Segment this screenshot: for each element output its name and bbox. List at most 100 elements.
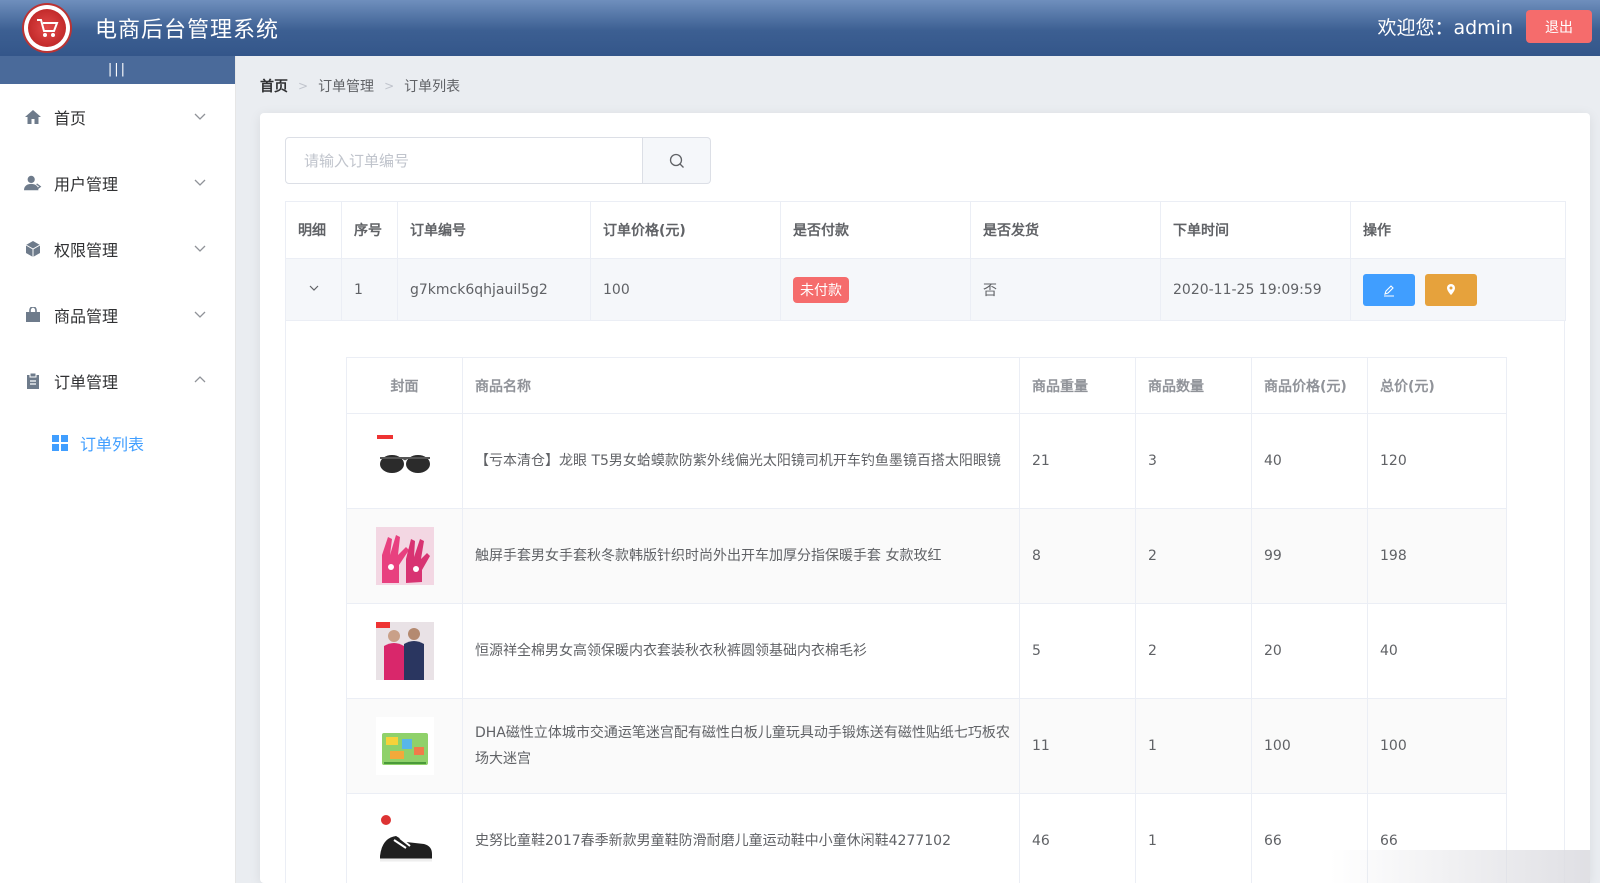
table-row: 恒源祥全棉男女高领保暖内衣套装秋衣秋裤圆领基础内衣棉毛衫 5 2 20 40 xyxy=(346,603,1507,699)
table-row: 触屏手套男女手套秋冬款韩版针织时尚外出开车加厚分指保暖手套 女款玫红 8 2 9… xyxy=(346,508,1507,604)
chevron-down-icon xyxy=(309,285,318,291)
goods-qty: 1 xyxy=(1135,793,1252,883)
goods-total: 100 xyxy=(1367,698,1507,794)
goods-name: 史努比童鞋2017春季新款男童鞋防滑耐磨儿童运动鞋中小童休闲鞋4277102 xyxy=(462,793,1020,883)
column-header: 明细 xyxy=(285,201,342,259)
order-time: 2020-11-25 19:09:59 xyxy=(1160,258,1351,321)
edit-icon xyxy=(1384,284,1394,297)
order-shipped: 否 xyxy=(970,258,1161,321)
sidebar-toggle[interactable]: ||| xyxy=(0,56,235,84)
cover-cell xyxy=(346,793,463,883)
breadcrumb: 首页 > 订单管理 > 订单列表 xyxy=(260,76,460,96)
top-header: 电商后台管理系统 欢迎您：admin 退出 xyxy=(0,0,1600,56)
chevron-down-icon xyxy=(194,311,206,318)
cover-cell xyxy=(346,603,463,699)
sidebar-item-label: 商品管理 xyxy=(54,307,119,326)
goods-name: DHA磁性立体城市交通运笔迷宫配有磁性白板儿童玩具动手锻炼送有磁性贴纸七巧板农场… xyxy=(462,698,1020,794)
goods-price: 100 xyxy=(1251,698,1368,794)
expand-toggle[interactable] xyxy=(285,258,342,321)
maze-toy-thumbnail xyxy=(375,717,434,775)
sidebar-item-users[interactable]: 用户管理 xyxy=(0,150,235,216)
search-icon xyxy=(669,153,684,168)
cart-logo-icon xyxy=(24,5,70,51)
user-icon xyxy=(24,174,42,192)
breadcrumb-order-list: 订单列表 xyxy=(404,79,461,95)
edit-button[interactable] xyxy=(1363,273,1415,306)
column-header: 商品价格(元) xyxy=(1251,357,1368,414)
column-header: 操作 xyxy=(1350,201,1566,259)
column-header: 商品重量 xyxy=(1019,357,1136,414)
sidebar-subitem-order-list[interactable]: 订单列表 xyxy=(0,414,235,472)
goods-qty: 2 xyxy=(1135,603,1252,699)
goods-table: 封面 商品名称 商品重量 商品数量 商品价格(元) 总价(元) 【亏本清仓】龙眼… xyxy=(346,357,1507,883)
column-header: 封面 xyxy=(346,357,463,414)
box-icon xyxy=(24,240,42,258)
search-button[interactable] xyxy=(643,137,711,184)
welcome-text: 欢迎您：admin xyxy=(1377,17,1513,39)
underwear-thumbnail xyxy=(375,622,434,680)
column-header: 订单编号 xyxy=(397,201,591,259)
sidebar-subitem-label: 订单列表 xyxy=(80,435,145,454)
sidebar-item-label: 订单管理 xyxy=(54,373,119,392)
sidebar: ||| 首页 用户管理 权限管理 商品管理 订单管理 订单列表 xyxy=(0,56,236,883)
chevron-right-icon: > xyxy=(298,79,309,93)
goods-table-header: 封面 商品名称 商品重量 商品数量 商品价格(元) 总价(元) xyxy=(346,357,1507,414)
order-price: 100 xyxy=(590,258,781,321)
sidebar-item-label: 权限管理 xyxy=(54,241,119,260)
breadcrumb-home[interactable]: 首页 xyxy=(260,76,288,96)
scroll-shadow xyxy=(1330,850,1590,883)
search-input[interactable] xyxy=(285,137,643,184)
sidebar-item-goods[interactable]: 商品管理 xyxy=(0,282,235,348)
column-header: 序号 xyxy=(341,201,398,259)
order-table-header: 明细 序号 订单编号 订单价格(元) 是否付款 是否发货 下单时间 操作 xyxy=(285,201,1566,259)
home-icon xyxy=(24,108,42,126)
order-paid-cell: 未付款 xyxy=(780,258,971,321)
goods-qty: 2 xyxy=(1135,508,1252,604)
sidebar-item-rights[interactable]: 权限管理 xyxy=(0,216,235,282)
search-bar xyxy=(285,137,711,184)
sunglasses-thumbnail xyxy=(375,432,434,490)
table-row: DHA磁性立体城市交通运笔迷宫配有磁性白板儿童玩具动手锻炼送有磁性贴纸七巧板农场… xyxy=(346,698,1507,794)
chevron-down-icon xyxy=(194,113,206,120)
goods-price: 40 xyxy=(1251,413,1368,509)
sidebar-item-orders[interactable]: 订单管理 xyxy=(0,348,235,414)
order-index: 1 xyxy=(341,258,398,321)
table-row: 【亏本清仓】龙眼 T5男女蛤蟆款防紫外线偏光太阳镜司机开车钓鱼墨镜百搭太阳眼镜 … xyxy=(346,413,1507,509)
column-header: 总价(元) xyxy=(1367,357,1507,414)
bag-icon xyxy=(24,306,42,324)
cover-cell xyxy=(346,413,463,509)
table-row: 1 g7kmck6qhjauil5g2 100 未付款 否 2020-11-25… xyxy=(285,258,1566,321)
cover-cell xyxy=(346,698,463,794)
app-title: 电商后台管理系统 xyxy=(95,18,280,43)
goods-name: 触屏手套男女手套秋冬款韩版针织时尚外出开车加厚分指保暖手套 女款玫红 xyxy=(462,508,1020,604)
gloves-thumbnail xyxy=(375,527,434,585)
column-header: 是否发货 xyxy=(970,201,1161,259)
sidebar-item-home[interactable]: 首页 xyxy=(0,84,235,150)
logout-button[interactable]: 退出 xyxy=(1526,10,1592,43)
goods-weight: 5 xyxy=(1019,603,1136,699)
breadcrumb-orders: 订单管理 xyxy=(318,79,375,95)
main-card: 明细 序号 订单编号 订单价格(元) 是否付款 是否发货 下单时间 操作 1 g… xyxy=(260,113,1590,883)
order-actions xyxy=(1350,258,1566,321)
goods-weight: 46 xyxy=(1019,793,1136,883)
shoes-thumbnail xyxy=(375,812,434,870)
cover-cell xyxy=(346,508,463,604)
column-header: 订单价格(元) xyxy=(590,201,781,259)
goods-qty: 1 xyxy=(1135,698,1252,794)
order-detail-panel: 封面 商品名称 商品重量 商品数量 商品价格(元) 总价(元) 【亏本清仓】龙眼… xyxy=(285,320,1565,883)
chevron-up-icon xyxy=(194,376,206,383)
goods-price: 99 xyxy=(1251,508,1368,604)
goods-total: 198 xyxy=(1367,508,1507,604)
order-table: 明细 序号 订单编号 订单价格(元) 是否付款 是否发货 下单时间 操作 1 g… xyxy=(285,201,1566,321)
sidebar-item-label: 用户管理 xyxy=(54,175,119,194)
column-header: 商品名称 xyxy=(462,357,1020,414)
goods-price: 20 xyxy=(1251,603,1368,699)
goods-name: 【亏本清仓】龙眼 T5男女蛤蟆款防紫外线偏光太阳镜司机开车钓鱼墨镜百搭太阳眼镜 xyxy=(462,413,1020,509)
goods-total: 120 xyxy=(1367,413,1507,509)
status-badge: 未付款 xyxy=(793,276,849,303)
goods-weight: 8 xyxy=(1019,508,1136,604)
location-button[interactable] xyxy=(1425,273,1477,306)
column-header: 是否付款 xyxy=(780,201,971,259)
column-header: 商品数量 xyxy=(1135,357,1252,414)
goods-qty: 3 xyxy=(1135,413,1252,509)
